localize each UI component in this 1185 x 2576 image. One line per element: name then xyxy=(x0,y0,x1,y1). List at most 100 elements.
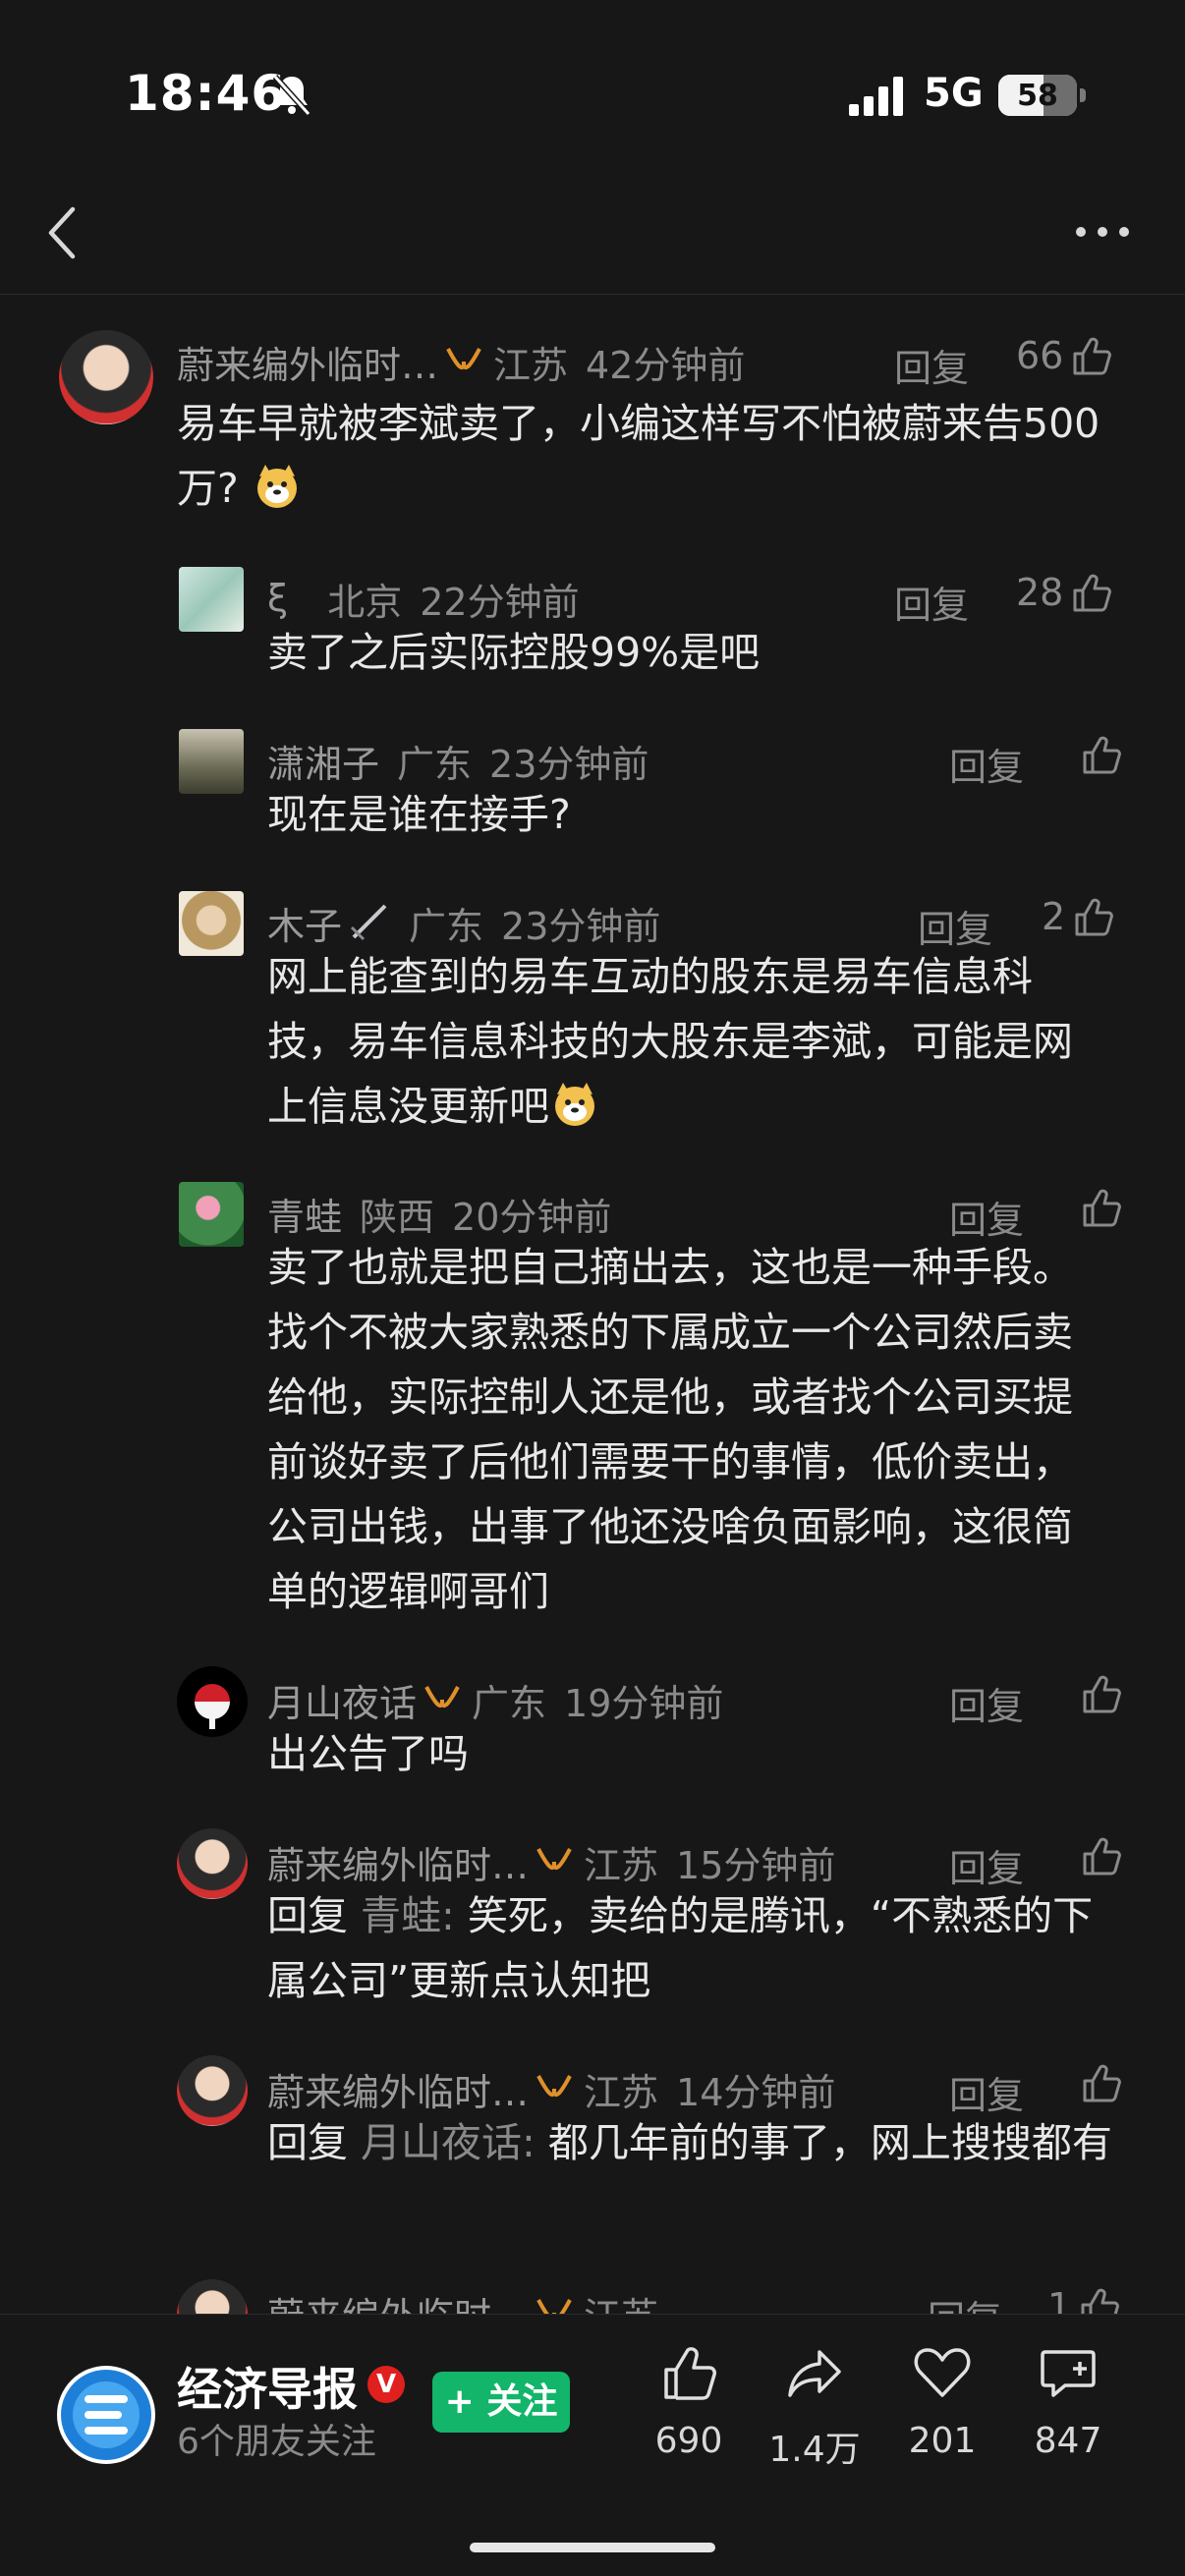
comment-meta: 木子 广东 23分钟前 xyxy=(267,893,660,952)
like-button[interactable]: 2 xyxy=(1042,895,1114,938)
comment-meta: 月山夜话 广东 19分钟前 xyxy=(267,1670,723,1729)
thumbs-up-icon xyxy=(1073,574,1112,612)
comment-text: 回复 青蛙: 笑死，卖给的是腾讯，“不熟悉的下属公司”更新点认知把 xyxy=(267,1883,1112,2013)
like-count: 28 xyxy=(1016,571,1064,614)
comment-text-content: 网上能查到的易车互动的股东是易车信息科技，易车信息科技的大股东是李斌，可能是网上… xyxy=(267,953,1073,1130)
fan-badge-icon xyxy=(536,2075,572,2098)
comment-author[interactable]: ξ xyxy=(267,577,288,620)
comment-count: 847 xyxy=(1034,2421,1102,2461)
sword-icon xyxy=(350,904,387,941)
comment-text: 出公告了吗 xyxy=(267,1730,469,1777)
comment-meta: 蔚来编外临时… 江苏 14分钟前 xyxy=(267,2059,835,2118)
comment-text-content: 都几年前的事了，网上搜搜都有 xyxy=(547,2119,1112,2166)
thumbs-up-icon xyxy=(1083,736,1121,774)
comment-location: 北京 xyxy=(327,580,403,624)
like-count: 2 xyxy=(1042,895,1066,938)
more-icon[interactable] xyxy=(1073,220,1132,244)
comment-author[interactable]: 青蛙 xyxy=(267,1187,342,1241)
thumbs-up-icon xyxy=(1083,2064,1121,2102)
comment-location: 广东 xyxy=(409,904,484,948)
like-button[interactable] xyxy=(1073,1672,1122,1715)
share-action[interactable]: 1.4万 xyxy=(761,2342,869,2472)
avatar[interactable] xyxy=(179,567,244,632)
favorite-icon xyxy=(914,2348,971,2397)
fan-badge-icon xyxy=(536,1848,572,1871)
comment-meta: 蔚来编外临时… 江苏 42分钟前 xyxy=(177,332,745,391)
share-count: 1.4万 xyxy=(768,2430,861,2470)
reply-button[interactable]: 回复 xyxy=(894,338,969,392)
avatar[interactable] xyxy=(177,1828,248,1899)
comment-action[interactable]: 847 xyxy=(1014,2342,1122,2461)
comment-location: 江苏 xyxy=(493,343,569,387)
comment-time: 23分钟前 xyxy=(489,742,649,786)
fan-badge-icon xyxy=(446,348,481,370)
comment-author[interactable]: 蔚来编外临时… xyxy=(267,2286,529,2315)
reply-button[interactable]: 回复 xyxy=(928,2289,1002,2314)
reply-prefix: 回复 xyxy=(267,2119,348,2166)
publisher-logo-icon xyxy=(61,2370,151,2460)
comment-author[interactable]: 木子 xyxy=(267,896,342,950)
friends-following: 6个朋友关注 xyxy=(177,2422,376,2462)
avatar[interactable] xyxy=(177,2055,248,2126)
avatar[interactable] xyxy=(179,729,244,794)
back-icon[interactable] xyxy=(43,201,86,264)
like-icon xyxy=(664,2347,716,2400)
favorite-count: 201 xyxy=(908,2421,977,2461)
publisher-name[interactable]: 经济导报 xyxy=(177,2354,358,2419)
publisher-logo[interactable] xyxy=(57,2366,155,2464)
status-time: 18:46 xyxy=(125,65,287,122)
avatar[interactable] xyxy=(179,1182,244,1247)
silent-bell-icon xyxy=(272,74,311,116)
comment-time: 14分钟前 xyxy=(676,2070,836,2114)
thumbs-up-icon xyxy=(1083,1837,1121,1876)
favorite-action[interactable]: 201 xyxy=(888,2342,996,2461)
like-button[interactable]: 1 xyxy=(1047,2285,1120,2314)
reply-target[interactable]: 青蛙: xyxy=(361,1892,455,1939)
comment-text: 回复 月山夜话: 都几年前的事了，网上搜搜都有 xyxy=(267,2110,1112,2175)
like-button[interactable] xyxy=(1073,733,1122,776)
comment-location: 江苏 xyxy=(584,2070,659,2114)
reply-target[interactable]: 月山夜话: xyxy=(361,2119,536,2166)
like-count: 66 xyxy=(1016,334,1064,377)
avatar[interactable] xyxy=(59,330,153,424)
home-indicator[interactable] xyxy=(470,2543,715,2552)
thumbs-up-icon xyxy=(1083,1675,1121,1713)
like-button[interactable]: 28 xyxy=(1016,571,1112,614)
comment-time: 19分钟前 xyxy=(564,1681,724,1725)
comment-location: 广东 xyxy=(472,1681,547,1725)
comment-time: 42分钟前 xyxy=(586,343,746,387)
fan-badge-icon xyxy=(536,2299,572,2314)
like-count: 1 xyxy=(1047,2285,1072,2314)
comment-author[interactable]: 蔚来编外临时… xyxy=(177,335,438,389)
comment-meta: 潇湘子 广东 23分钟前 xyxy=(267,731,649,790)
comment-time: 23分钟前 xyxy=(501,904,661,948)
follow-button[interactable]: + 关注 xyxy=(432,2372,570,2433)
comment-author[interactable]: 潇湘子 xyxy=(267,734,379,788)
avatar[interactable] xyxy=(177,1666,248,1737)
like-button[interactable]: 66 xyxy=(1016,334,1112,377)
doge-emoji-icon xyxy=(555,1083,594,1126)
battery-indicator: 58 xyxy=(998,75,1077,116)
avatar[interactable] xyxy=(179,891,244,956)
comment-location: 广东 xyxy=(397,742,473,786)
like-action[interactable]: 690 xyxy=(635,2342,743,2461)
comment-author[interactable]: 蔚来编外临时… xyxy=(267,1835,529,1889)
nav-bar xyxy=(0,187,1185,295)
comment-author[interactable]: 蔚来编外临时… xyxy=(267,2062,529,2116)
reply-prefix: 回复 xyxy=(267,1892,348,1939)
share-icon xyxy=(788,2350,841,2397)
status-bar: 18:46 5G 58 xyxy=(0,0,1185,187)
like-count: 690 xyxy=(654,2421,723,2461)
comment-author[interactable]: 月山夜话 xyxy=(267,1673,417,1727)
like-button[interactable] xyxy=(1073,1834,1122,1877)
comment-location: 陕西 xyxy=(360,1195,435,1239)
like-button[interactable] xyxy=(1073,1186,1122,1229)
avatar[interactable] xyxy=(177,2279,248,2314)
thumbs-up-icon xyxy=(1081,2288,1120,2314)
comment-meta: 蔚来编外临时… 江苏 15分钟前 xyxy=(267,1832,835,1891)
fan-badge-icon xyxy=(424,1686,460,1708)
like-button[interactable] xyxy=(1073,2061,1122,2104)
thumbs-up-icon xyxy=(1073,337,1112,375)
comment-text: 网上能查到的易车互动的股东是易车信息科技，易车信息科技的大股东是李斌，可能是网上… xyxy=(267,944,1112,1139)
comment-location: 江苏 xyxy=(584,1843,659,1887)
